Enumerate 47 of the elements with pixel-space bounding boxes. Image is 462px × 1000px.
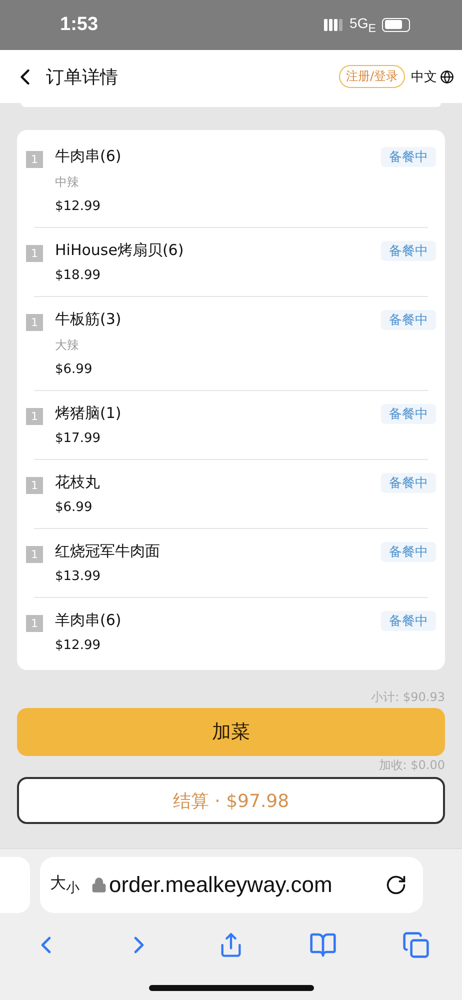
book-icon[interactable] [308, 931, 337, 959]
status-tag: 备餐中 [381, 310, 436, 330]
item-name: 烤猪脑(1) [55, 404, 122, 423]
item-name: 牛板筋(3) [55, 310, 122, 329]
page-title: 订单详情 [46, 66, 119, 88]
surcharge-text: 加收: $0.00 [378, 757, 445, 774]
item-name: HiHouse烤扇贝(6) [55, 241, 185, 260]
status-tag: 备餐中 [381, 404, 436, 424]
quantity-badge: 1 [26, 477, 43, 494]
item-price: $17.99 [55, 431, 102, 446]
globe-icon [440, 70, 454, 84]
url-text: order.mealkeyway.com [109, 872, 334, 898]
item-note: 中辣 [55, 174, 80, 191]
reload-icon[interactable] [385, 874, 407, 896]
item-price: $18.99 [55, 268, 102, 283]
network-label: 5G$_{E}$ [350, 15, 376, 35]
status-tag: 备餐中 [381, 241, 436, 261]
quantity-badge: 1 [26, 546, 43, 563]
item-price: $12.99 [55, 638, 102, 653]
text-size-button[interactable]: 大$_{小}$ [50, 872, 79, 898]
add-dish-button[interactable]: 加菜 [17, 708, 445, 756]
tabs-icon[interactable] [402, 931, 430, 959]
quantity-badge: 1 [26, 245, 43, 262]
address-bar[interactable]: 大$_{小}$ order.mealkeyway.com [40, 857, 423, 913]
status-tag: 备餐中 [381, 542, 436, 562]
item-name: 花枝丸 [55, 473, 101, 492]
quantity-badge: 1 [26, 615, 43, 632]
battery-icon [382, 18, 410, 32]
status-tag: 备餐中 [381, 611, 436, 631]
status-tag: 备餐中 [381, 147, 436, 167]
quantity-badge: 1 [26, 408, 43, 425]
item-name: 红烧冠军牛肉面 [55, 542, 161, 561]
subtotal-text: 小计: $90.93 [371, 689, 445, 706]
item-note: 大辣 [55, 337, 80, 354]
lock-icon [91, 877, 107, 893]
item-price: $13.99 [55, 569, 102, 584]
status-tag: 备餐中 [381, 473, 436, 493]
item-name: 羊肉串(6) [55, 611, 122, 630]
item-price: $6.99 [55, 362, 94, 377]
signal-icon [324, 18, 344, 31]
quantity-badge: 1 [26, 314, 43, 331]
item-name: 牛肉串(6) [55, 147, 122, 166]
status-time: 1:53 [60, 14, 98, 36]
item-price: $6.99 [55, 500, 94, 515]
quantity-badge: 1 [26, 151, 43, 168]
item-price: $12.99 [55, 199, 102, 214]
language-button[interactable]: 中文 [405, 68, 454, 86]
